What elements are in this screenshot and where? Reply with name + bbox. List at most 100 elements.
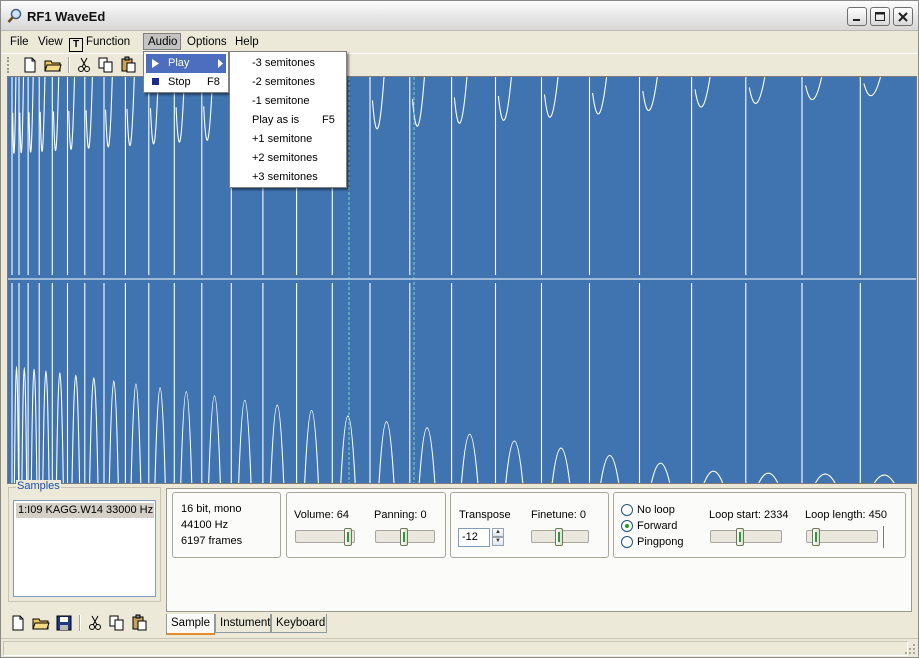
stop-square-icon (152, 78, 159, 85)
waveform-cycle-upper (691, 77, 711, 275)
waveform-cycle-lower (801, 283, 836, 483)
tab-keyboard[interactable]: Keyboard (271, 614, 327, 633)
copy-icon[interactable] (97, 56, 115, 74)
menu-view[interactable]: View (34, 34, 67, 51)
close-button[interactable] (893, 7, 913, 26)
plus1-label: +1 semitone (252, 133, 313, 145)
waveform-cycle-upper (588, 77, 608, 275)
tab-sample[interactable]: Sample (166, 614, 215, 635)
sample-list-item[interactable]: 1:I09 KAGG.W14 33000 Hz (16, 503, 154, 518)
loop-length-label: Loop length: 450 (805, 509, 887, 521)
cut-icon[interactable] (75, 56, 93, 74)
waveform-cycle-lower (38, 283, 50, 483)
minimize-icon (853, 19, 860, 21)
sample-properties-panel: 16 bit, mono 44100 Hz 6197 frames Volume… (166, 488, 912, 612)
paste-icon[interactable] (120, 56, 138, 74)
no-loop-label[interactable]: No loop (637, 504, 675, 516)
waveform-cycle-lower (173, 283, 193, 483)
waveform-cycle-lower (124, 283, 142, 483)
resize-grip-icon[interactable] (904, 643, 916, 655)
pingpong-label[interactable]: Pingpong (637, 536, 684, 548)
waveform-cycle-lower (84, 283, 99, 483)
waveform-cycle-lower (66, 283, 81, 483)
waveform-cycle-upper (409, 77, 425, 275)
menu-item-stop[interactable]: Stop F8 (146, 73, 226, 92)
maximize-button[interactable] (870, 7, 890, 26)
copy-sample-icon[interactable] (108, 614, 126, 632)
magnifier-app-icon (7, 8, 22, 23)
waveform-cycle-lower (691, 283, 724, 483)
loop-box: No loop Forward Pingpong Loop start: 233… (613, 492, 906, 558)
samples-list[interactable]: 1:I09 KAGG.W14 33000 Hz (13, 500, 156, 597)
loop-start-slider[interactable] (710, 528, 782, 546)
transpose-spinner[interactable]: ▲ ▼ (492, 528, 504, 547)
forward-label[interactable]: Forward (637, 520, 677, 532)
new-file-icon[interactable] (21, 56, 39, 74)
loop-length-slider[interactable] (806, 528, 878, 546)
save-sample-icon[interactable] (55, 614, 73, 632)
loop-start-label: Loop start: 2334 (709, 509, 789, 521)
paste-sample-icon[interactable] (131, 614, 149, 632)
submenu-item-minus1[interactable]: -1 semitone (232, 92, 344, 111)
menu-bar: File View T Function Audio Options Help (1, 32, 918, 52)
spin-up-icon[interactable]: ▲ (492, 528, 504, 537)
toolbar-separator (68, 57, 70, 73)
waveform-view[interactable] (7, 76, 917, 484)
waveform-cycle-upper (51, 77, 60, 275)
submenu-item-minus2[interactable]: -2 semitones (232, 73, 344, 92)
finetune-slider-thumb[interactable] (555, 528, 563, 546)
waveform-cycle-upper (859, 77, 882, 275)
menu-options[interactable]: Options (183, 34, 231, 51)
menu-item-play[interactable]: Play (146, 54, 226, 73)
volume-slider[interactable] (295, 528, 355, 546)
menu-item-stop-label: Stop (168, 76, 191, 88)
panning-slider-thumb[interactable] (400, 528, 408, 546)
menu-help[interactable]: Help (231, 34, 263, 51)
radio-no-loop[interactable] (621, 504, 633, 516)
samples-title: Samples (16, 480, 61, 492)
submenu-item-plus1[interactable]: +1 semitone (232, 130, 344, 149)
audio-menu: Play Stop F8 (143, 51, 229, 93)
waveform-cycle-lower (230, 283, 252, 483)
waveform-cycle-lower (51, 283, 64, 483)
minus3-label: -3 semitones (252, 57, 315, 69)
menu-audio[interactable]: Audio (143, 33, 181, 50)
menu-function[interactable]: T Function (65, 34, 134, 52)
menu-file[interactable]: File (6, 34, 33, 51)
cut-sample-icon[interactable] (86, 614, 104, 632)
samples-group: Samples 1:I09 KAGG.W14 33000 Hz (8, 480, 161, 602)
spin-down-icon[interactable]: ▼ (492, 537, 504, 546)
waveform-cycle-lower (331, 283, 356, 483)
radio-pingpong[interactable] (621, 536, 633, 548)
submenu-item-plus3[interactable]: +3 semitones (232, 168, 344, 187)
waveform-cycle-lower (262, 283, 285, 483)
waveform-cycle-lower (859, 283, 895, 483)
close-icon (898, 12, 908, 22)
open-folder-icon[interactable] (44, 56, 62, 74)
format-text: 16 bit, mono (181, 503, 242, 515)
waveform-cycle-lower (148, 283, 166, 483)
submenu-item-minus3[interactable]: -3 semitones (232, 54, 344, 73)
panning-slider[interactable] (375, 528, 435, 546)
submenu-item-play-as-is[interactable]: Play as is F5 (232, 111, 344, 130)
waveform-cycle-lower (540, 283, 571, 483)
tab-instrument[interactable]: Instument (215, 614, 271, 633)
open-sample-icon[interactable] (32, 614, 50, 632)
submenu-item-plus2[interactable]: +2 semitones (232, 149, 344, 168)
minimize-button[interactable] (847, 7, 867, 26)
loop-divider (883, 526, 884, 548)
waveform-canvas[interactable] (8, 77, 917, 484)
menu-item-stop-shortcut: F8 (207, 76, 220, 88)
waveform-cycle-lower (494, 283, 524, 483)
new-sample-icon[interactable] (9, 614, 27, 632)
finetune-slider[interactable] (531, 528, 589, 546)
radio-forward[interactable] (621, 520, 633, 532)
toolbar-grip[interactable] (7, 57, 10, 73)
waveform-cycle-upper (494, 77, 512, 275)
loop-start-slider-thumb[interactable] (736, 528, 744, 546)
transpose-input[interactable]: -12 (458, 528, 490, 547)
status-cell (3, 641, 908, 656)
volume-slider-thumb[interactable] (344, 528, 352, 546)
volume-label: Volume: 64 (294, 509, 350, 521)
loop-length-slider-thumb[interactable] (812, 528, 820, 546)
